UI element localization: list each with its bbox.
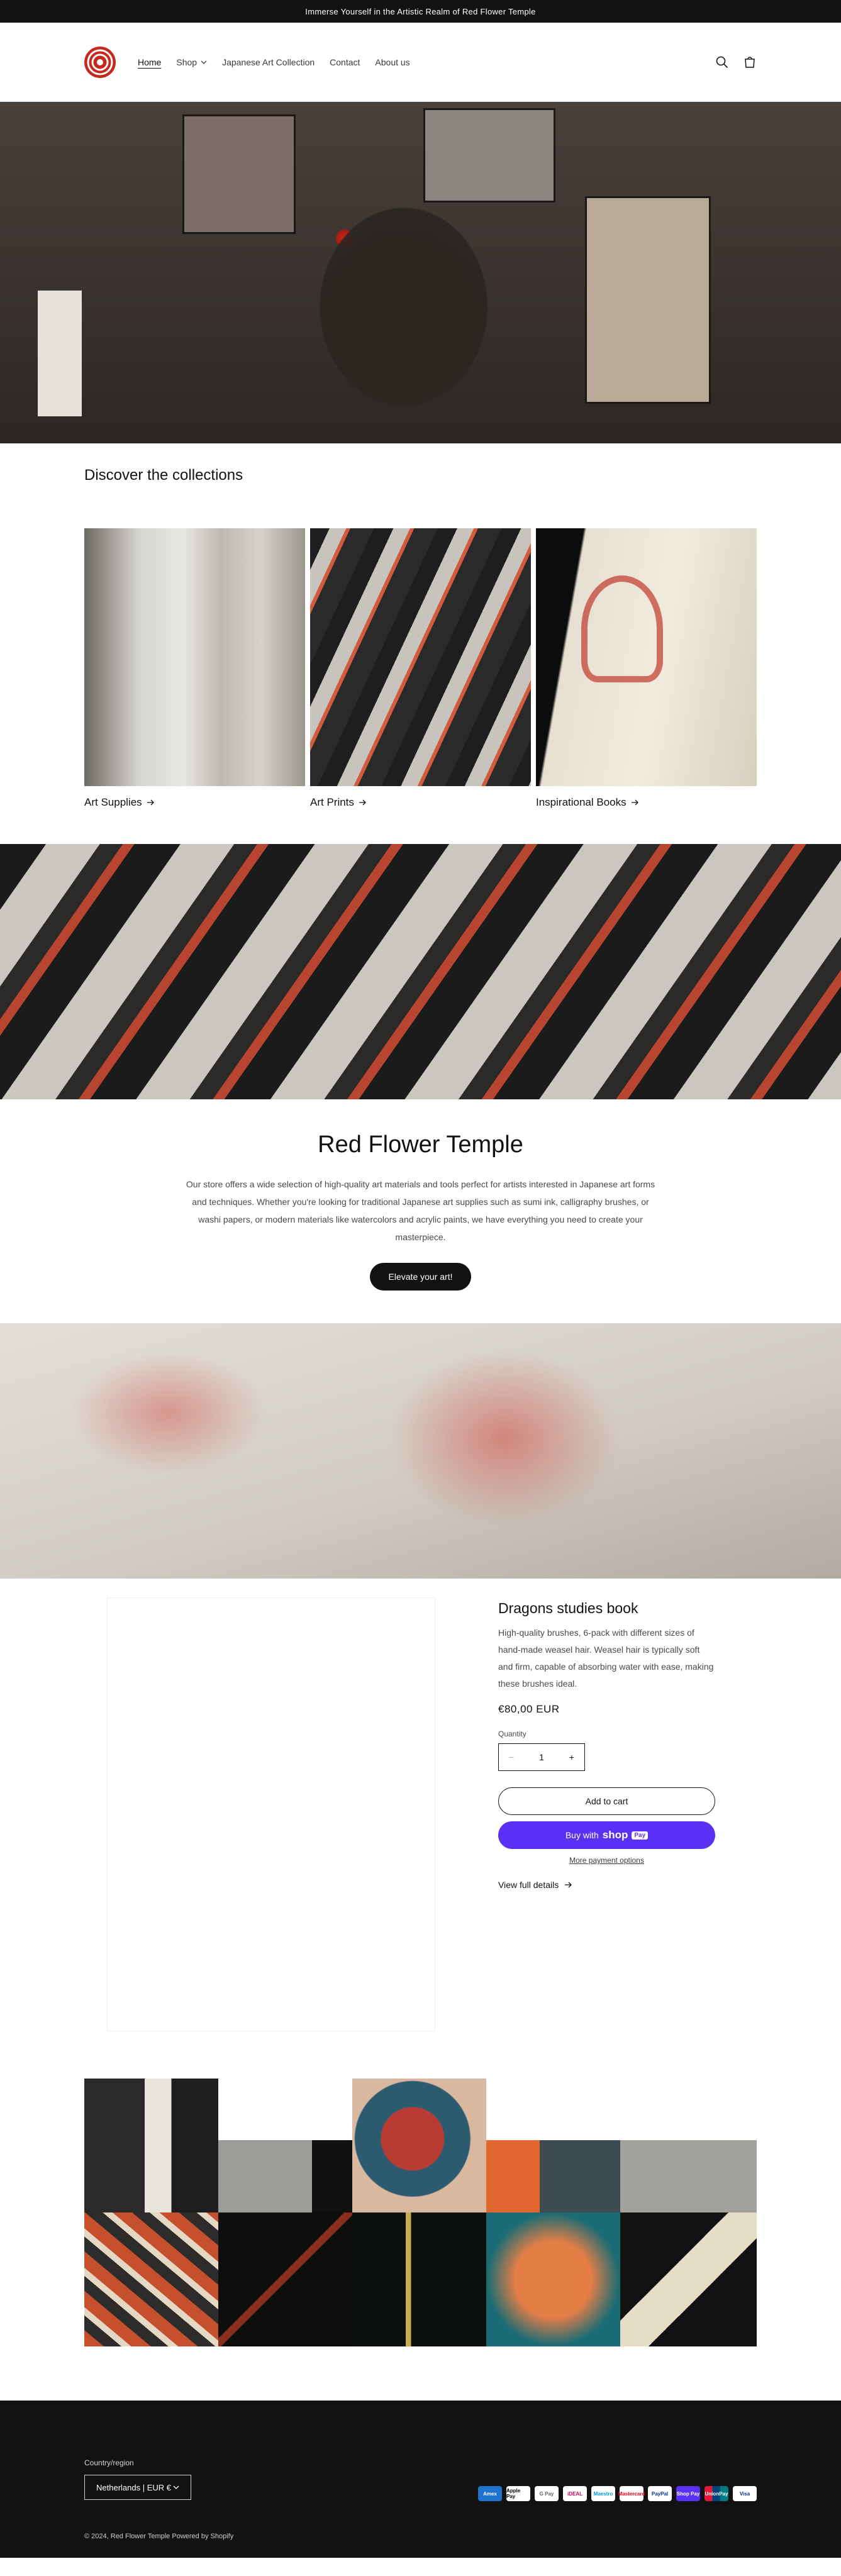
nav-item-japanese-art-collection[interactable]: Japanese Art Collection <box>222 57 315 67</box>
gallery-image[interactable] <box>486 2212 620 2346</box>
copyright-text: © 2024, Red Flower Temple Powered by Sho… <box>84 2533 234 2540</box>
logo-icon <box>87 49 113 75</box>
cart-icon[interactable] <box>743 55 757 69</box>
collection-label[interactable]: Art Supplies <box>84 796 305 809</box>
gallery-image[interactable] <box>352 2212 486 2346</box>
collection-list: Art Supplies Art Prints Inspirational Bo… <box>0 528 841 809</box>
quantity-label: Quantity <box>498 1729 526 1738</box>
apple-pay-icon: Apple Pay <box>506 2486 530 2501</box>
add-to-cart-button[interactable]: Add to cart <box>498 1787 715 1815</box>
collection-card-art-supplies[interactable]: Art Supplies <box>84 528 305 809</box>
image-gallery <box>0 2079 841 2357</box>
header-icons <box>715 55 757 69</box>
gallery-image[interactable] <box>620 2212 757 2346</box>
mastercard-icon: Mastercard <box>618 2486 645 2501</box>
more-payment-options-link[interactable]: More payment options <box>498 1856 715 1865</box>
store-logo[interactable] <box>84 46 116 78</box>
unionpay-icon: UnionPay <box>705 2486 728 2501</box>
payment-icons: Amex Apple Pay G Pay iDEAL Maestro Maste… <box>478 2486 757 2501</box>
gallery-image[interactable] <box>352 2079 486 2212</box>
shop-pay-icon: Shop Pay <box>676 2486 700 2501</box>
arrow-right-icon <box>359 799 366 806</box>
search-icon[interactable] <box>715 55 729 69</box>
gallery-image[interactable] <box>84 2212 218 2346</box>
product-title: Dragons studies book <box>498 1600 638 1616</box>
minus-icon[interactable]: − <box>509 1752 514 1762</box>
country-value: Netherlands | EUR € <box>96 2482 171 2492</box>
hero-image <box>0 102 841 443</box>
quantity-stepper[interactable]: − 1 + <box>498 1743 585 1771</box>
nav-item-shop[interactable]: Shop <box>176 57 207 67</box>
collection-image[interactable] <box>310 528 531 786</box>
pay-tag: Pay <box>632 1831 649 1840</box>
collection-image[interactable] <box>84 528 305 786</box>
nav-item-home[interactable]: Home <box>138 57 161 67</box>
hero-art-panel <box>182 114 296 234</box>
arrow-right-icon <box>631 799 638 806</box>
announcement-bar: Immerse Yourself in the Artistic Realm o… <box>0 0 841 23</box>
collections-title: Discover the collections <box>84 467 243 484</box>
shop-pay-logo: shop <box>602 1829 628 1841</box>
arrow-right-icon <box>565 1882 572 1888</box>
rich-text-heading: Red Flower Temple <box>318 1131 523 1158</box>
buy-with-label: Buy with <box>565 1830 599 1840</box>
google-pay-icon: G Pay <box>535 2486 559 2501</box>
maestro-icon: Maestro <box>591 2486 615 2501</box>
collection-image[interactable] <box>536 528 757 786</box>
view-full-details-link[interactable]: View full details <box>498 1880 715 1890</box>
collection-card-inspirational-books[interactable]: Inspirational Books <box>536 528 757 809</box>
collection-card-art-prints[interactable]: Art Prints <box>310 528 531 809</box>
ideal-icon: iDEAL <box>563 2486 587 2501</box>
gallery-image[interactable] <box>218 2212 352 2346</box>
product-price: €80,00 EUR <box>498 1703 560 1715</box>
product-media[interactable] <box>107 1597 435 2031</box>
hero-art-panel <box>423 108 555 203</box>
rich-text-body: Our store offers a wide selection of hig… <box>186 1179 655 1242</box>
dragon-banner-image <box>0 1323 841 1579</box>
main-nav: Home Shop Japanese Art Collection Contac… <box>138 57 410 67</box>
quantity-value[interactable]: 1 <box>539 1752 544 1762</box>
gallery-image[interactable] <box>84 2079 218 2212</box>
chevron-down-icon <box>201 60 207 64</box>
country-label: Country/region <box>84 2458 134 2467</box>
paypal-icon: PayPal <box>648 2486 672 2501</box>
arrow-right-icon <box>147 799 154 806</box>
hero-art-panel <box>585 196 711 404</box>
site-footer: Country/region Netherlands | EUR € Amex … <box>0 2401 841 2558</box>
banner-image <box>0 844 841 1099</box>
chevron-down-icon <box>173 2485 179 2489</box>
visa-icon: Visa <box>733 2486 757 2501</box>
site-header: Home Shop Japanese Art Collection Contac… <box>0 23 841 102</box>
elevate-button[interactable]: Elevate your art! <box>369 1263 472 1291</box>
nav-item-contact[interactable]: Contact <box>330 57 360 67</box>
collection-label[interactable]: Art Prints <box>310 796 531 809</box>
rich-text-section: Red Flower Temple Our store offers a wid… <box>0 1099 841 1323</box>
featured-product: Dragons studies book High-quality brushe… <box>0 1579 841 2066</box>
product-description: High-quality brushes, 6-pack with differ… <box>498 1628 714 1689</box>
collection-label[interactable]: Inspirational Books <box>536 796 757 809</box>
nav-item-about-us[interactable]: About us <box>375 57 409 67</box>
gallery-image[interactable] <box>218 2140 352 2212</box>
product-info: Dragons studies book High-quality brushe… <box>498 1597 715 2066</box>
buy-with-shop-pay-button[interactable]: Buy with shop Pay <box>498 1821 715 1849</box>
hero-paper-roll <box>38 291 82 416</box>
plus-icon[interactable]: + <box>569 1752 574 1762</box>
gallery-image[interactable] <box>620 2140 757 2212</box>
country-selector[interactable]: Netherlands | EUR € <box>84 2475 191 2500</box>
gallery-image[interactable] <box>486 2140 620 2212</box>
announcement-text: Immerse Yourself in the Artistic Realm o… <box>305 6 536 16</box>
amex-icon: Amex <box>478 2486 502 2501</box>
